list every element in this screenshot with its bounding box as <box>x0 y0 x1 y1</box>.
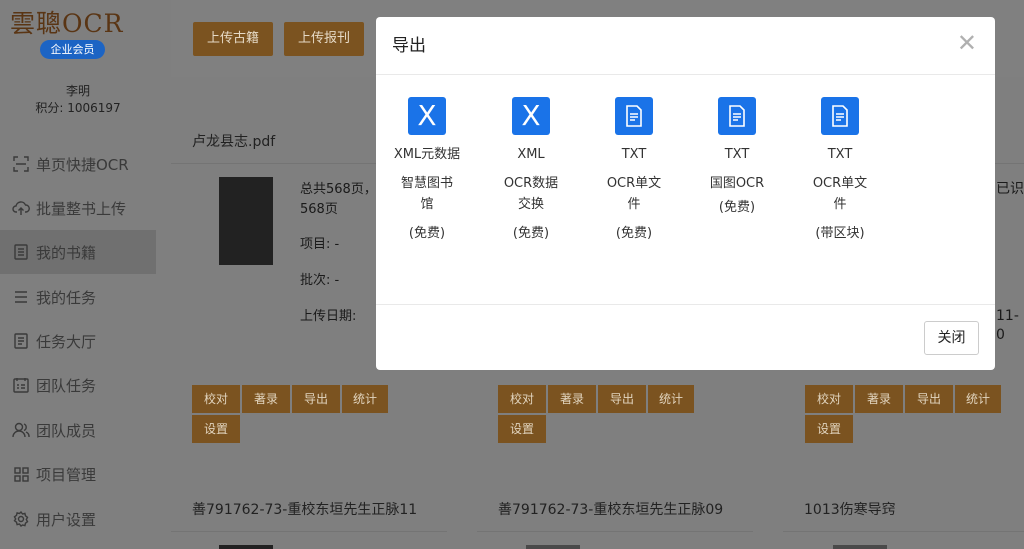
export-price: (带区块) <box>815 226 865 241</box>
book-thumbnail[interactable] <box>833 545 887 549</box>
book-card: 善791762-73-重校东垣先生正脉09 <box>477 488 753 549</box>
book-title[interactable]: 善791762-73-重校东垣先生正脉11 <box>171 488 447 532</box>
catalog-button[interactable]: 著录 <box>548 385 596 413</box>
export-option-xml[interactable]: X XML OCR数据交换 (免费) <box>486 97 576 243</box>
stats-button[interactable]: 统计 <box>955 385 1001 413</box>
users-icon <box>12 421 30 439</box>
proofread-button[interactable]: 校对 <box>498 385 546 413</box>
xml-file-icon: X <box>408 97 446 135</box>
txt-file-icon <box>718 97 756 135</box>
dialog-title: 导出 <box>376 17 995 75</box>
sidebar-item-quick-ocr[interactable]: 单页快捷OCR <box>0 142 156 186</box>
sidebar-item-project-management[interactable]: 项目管理 <box>0 452 156 496</box>
close-button[interactable]: 关闭 <box>924 321 979 355</box>
book-title[interactable]: 善791762-73-重校东垣先生正脉09 <box>477 488 753 532</box>
export-button[interactable]: 导出 <box>292 385 340 413</box>
document-icon <box>12 332 30 350</box>
export-option-txt-nlc[interactable]: TXT 国图OCR (免费) <box>692 97 782 217</box>
app-logo: 雲聰OCR <box>10 9 124 38</box>
proofread-button[interactable]: 校对 <box>192 385 240 413</box>
sidebar-item-label: 用户设置 <box>36 510 97 529</box>
settings-button[interactable]: 设置 <box>192 415 240 443</box>
export-price: (免费) <box>718 200 756 215</box>
sidebar-item-label: 批量整书上传 <box>36 199 127 218</box>
book-total-pages: 总共568页， <box>300 182 377 197</box>
checklist-icon <box>12 376 30 394</box>
stats-button[interactable]: 统计 <box>648 385 694 413</box>
proofread-button[interactable]: 校对 <box>805 385 853 413</box>
stats-button[interactable]: 统计 <box>342 385 388 413</box>
export-price: (免费) <box>512 226 550 241</box>
membership-badge: 企业会员 <box>40 40 105 59</box>
export-description: OCR单文件 <box>606 176 662 212</box>
export-option-txt-with-blocks[interactable]: TXT OCR单文件 (带区块) <box>795 97 885 243</box>
export-format: XML <box>517 147 545 162</box>
sidebar-item-label: 项目管理 <box>36 465 97 484</box>
scan-icon <box>12 155 30 173</box>
sidebar-item-team-members[interactable]: 团队成员 <box>0 408 156 452</box>
txt-file-icon <box>615 97 653 135</box>
book-card: 善791762-73-重校东垣先生正脉11 <box>171 488 447 549</box>
export-option-xml-metadata[interactable]: X XML元数据 智慧图书馆 (免费) <box>382 97 472 243</box>
export-format: XML元数据 <box>393 147 461 162</box>
sidebar-item-batch-upload[interactable]: 批量整书上传 <box>0 186 156 230</box>
book-thumbnail[interactable] <box>219 177 273 265</box>
sidebar-item-team-tasks[interactable]: 团队任务 <box>0 363 156 407</box>
settings-button[interactable]: 设置 <box>805 415 853 443</box>
user-name: 李明 <box>65 84 90 98</box>
gear-icon <box>12 510 30 528</box>
upload-book-button[interactable]: 上传古籍 <box>193 22 274 56</box>
sidebar-item-label: 团队成员 <box>36 421 97 440</box>
grid-icon <box>12 465 30 483</box>
list-icon <box>12 288 30 306</box>
sidebar-item-label: 单页快捷OCR <box>36 155 129 174</box>
export-format: TXT <box>827 147 853 162</box>
txt-file-icon <box>821 97 859 135</box>
book-total-pages-2: 568页 <box>300 202 338 217</box>
sidebar-item-user-settings[interactable]: 用户设置 <box>0 497 156 541</box>
catalog-button[interactable]: 著录 <box>242 385 290 413</box>
upload-periodical-button[interactable]: 上传报刊 <box>284 22 365 56</box>
export-description: 智慧图书馆 <box>400 176 453 212</box>
catalog-button[interactable]: 著录 <box>855 385 903 413</box>
book-project: 项目: - <box>300 237 340 252</box>
book-card: 1013伤寒导窍 <box>783 488 1024 549</box>
book-icon <box>12 243 30 261</box>
export-option-txt-single[interactable]: TXT OCR单文件 (免费) <box>589 97 679 243</box>
export-description: 国图OCR <box>709 176 765 191</box>
recognized-status: 已识 <box>996 181 1024 197</box>
export-format: TXT <box>621 147 647 162</box>
export-description: OCR单文件 <box>812 176 868 212</box>
sidebar-item-task-hall[interactable]: 任务大厅 <box>0 319 156 363</box>
book-batch: 批次: - <box>300 273 340 288</box>
book-title[interactable]: 1013伤寒导窍 <box>783 488 1024 532</box>
export-price: (免费) <box>615 226 653 241</box>
export-price: (免费) <box>408 226 446 241</box>
sidebar-item-label: 我的书籍 <box>36 243 97 262</box>
sidebar: 雲聰OCR 企业会员 李明 积分: 1006197 单页快捷OCR 批量整书上传… <box>0 0 156 549</box>
sidebar-item-label: 任务大厅 <box>36 332 97 351</box>
export-dialog: 导出 ✕ X XML元数据 智慧图书馆 (免费) X XML OCR数据交换 (… <box>376 17 995 370</box>
cloud-upload-icon <box>12 199 30 217</box>
book-thumbnail[interactable] <box>526 545 580 549</box>
export-button[interactable]: 导出 <box>905 385 953 413</box>
dialog-footer: 关闭 <box>376 304 995 370</box>
sidebar-item-label: 我的任务 <box>36 288 97 307</box>
export-button[interactable]: 导出 <box>598 385 646 413</box>
book-upload-date: 上传日期: <box>300 309 357 324</box>
sidebar-item-label: 团队任务 <box>36 376 97 395</box>
user-points: 积分: 1006197 <box>35 101 121 115</box>
sidebar-item-my-books[interactable]: 我的书籍 <box>0 230 156 274</box>
book-thumbnail[interactable] <box>219 545 273 549</box>
xml-file-icon: X <box>512 97 550 135</box>
sidebar-item-my-tasks[interactable]: 我的任务 <box>0 275 156 319</box>
export-format: TXT <box>724 147 750 162</box>
book-upload-date: 11-0 <box>996 308 1019 343</box>
settings-button[interactable]: 设置 <box>498 415 546 443</box>
export-description: OCR数据交换 <box>503 176 559 212</box>
close-icon[interactable]: ✕ <box>957 31 977 55</box>
